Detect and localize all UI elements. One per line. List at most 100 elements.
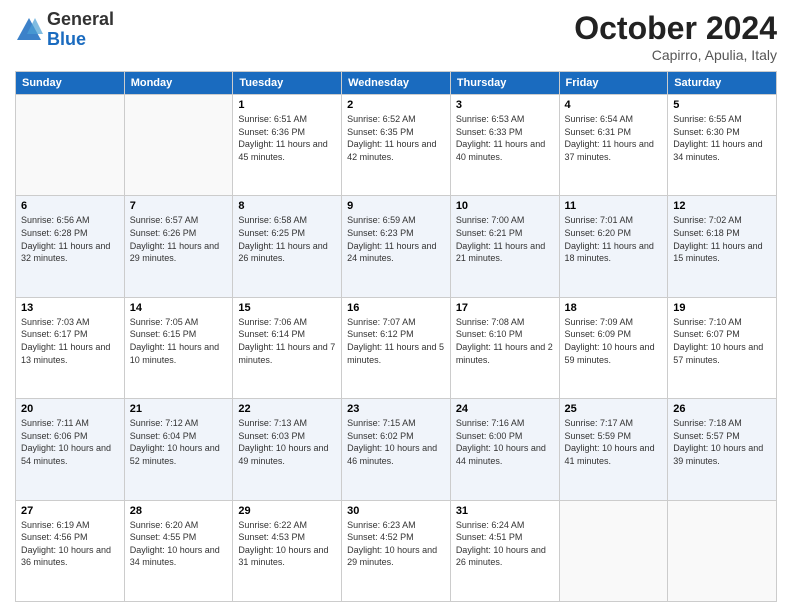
calendar-day-cell: 10 Sunrise: 7:00 AMSunset: 6:21 PMDayligh…: [450, 196, 559, 297]
day-number: 19: [673, 302, 771, 314]
day-info: Sunrise: 7:17 AMSunset: 5:59 PMDaylight:…: [565, 417, 663, 467]
day-info: Sunrise: 7:06 AMSunset: 6:14 PMDaylight:…: [238, 316, 336, 366]
day-number: 18: [565, 302, 663, 314]
weekday-header-thursday: Thursday: [450, 72, 559, 95]
day-info: Sunrise: 7:07 AMSunset: 6:12 PMDaylight:…: [347, 316, 445, 366]
calendar-day-cell: 8Sunrise: 6:58 AMSunset: 6:25 PMDaylight…: [233, 196, 342, 297]
day-info: Sunrise: 7:15 AMSunset: 6:02 PMDaylight:…: [347, 417, 445, 467]
weekday-header-tuesday: Tuesday: [233, 72, 342, 95]
day-number: 29: [238, 505, 336, 517]
calendar-day-cell: 17 Sunrise: 7:08 AMSunset: 6:10 PMDayligh…: [450, 297, 559, 398]
day-number: 10: [456, 200, 554, 212]
weekday-header-row: SundayMondayTuesdayWednesdayThursdayFrid…: [16, 72, 777, 95]
day-info: Sunrise: 7:00 AMSunset: 6:21 PMDaylight:…: [456, 214, 554, 264]
calendar-day-cell: 2 Sunrise: 6:52 AMSunset: 6:35 PMDaylight…: [342, 95, 451, 196]
day-info: Sunrise: 7:12 AMSunset: 6:04 PMDaylight:…: [130, 417, 228, 467]
day-number: 22: [238, 403, 336, 415]
day-info: Sunrise: 6:19 AMSunset: 4:56 PMDaylight:…: [21, 519, 119, 569]
weekday-header-sunday: Sunday: [16, 72, 125, 95]
calendar-day-cell: 26 Sunrise: 7:18 AMSunset: 5:57 PMDayligh…: [668, 399, 777, 500]
calendar-day-cell: 15 Sunrise: 7:06 AMSunset: 6:14 PMDayligh…: [233, 297, 342, 398]
calendar-day-cell: 12Sunrise: 7:02 AMSunset: 6:18 PMDayligh…: [668, 196, 777, 297]
day-info: Sunrise: 6:52 AMSunset: 6:35 PMDaylight:…: [347, 113, 445, 163]
day-info: Sunrise: 7:13 AMSunset: 6:03 PMDaylight:…: [238, 417, 336, 467]
calendar-day-cell: 22 Sunrise: 7:13 AMSunset: 6:03 PMDayligh…: [233, 399, 342, 500]
logo-general-label: General: [47, 10, 114, 30]
calendar-week-row: 13 Sunrise: 7:03 AMSunset: 6:17 PMDayligh…: [16, 297, 777, 398]
day-info: Sunrise: 6:59 AMSunset: 6:23 PMDaylight:…: [347, 214, 445, 264]
calendar-day-cell: 14 Sunrise: 7:05 AMSunset: 6:15 PMDayligh…: [124, 297, 233, 398]
day-info: Sunrise: 7:08 AMSunset: 6:10 PMDaylight:…: [456, 316, 554, 366]
day-info: Sunrise: 6:22 AMSunset: 4:53 PMDaylight:…: [238, 519, 336, 569]
day-number: 27: [21, 505, 119, 517]
day-number: 6: [21, 200, 119, 212]
day-number: 13: [21, 302, 119, 314]
logo-icon: [15, 16, 43, 44]
calendar-day-cell: 19 Sunrise: 7:10 AMSunset: 6:07 PMDayligh…: [668, 297, 777, 398]
weekday-header-monday: Monday: [124, 72, 233, 95]
calendar-day-cell: 23Sunrise: 7:15 AMSunset: 6:02 PMDayligh…: [342, 399, 451, 500]
day-number: 28: [130, 505, 228, 517]
calendar-day-cell: 24Sunrise: 7:16 AMSunset: 6:00 PMDayligh…: [450, 399, 559, 500]
calendar-day-cell: 30Sunrise: 6:23 AMSunset: 4:52 PMDayligh…: [342, 500, 451, 601]
page: General Blue October 2024 Capirro, Apuli…: [0, 0, 792, 612]
day-info: Sunrise: 7:18 AMSunset: 5:57 PMDaylight:…: [673, 417, 771, 467]
title-area: October 2024 Capirro, Apulia, Italy: [574, 10, 777, 63]
location: Capirro, Apulia, Italy: [574, 47, 777, 63]
calendar-day-cell: 5 Sunrise: 6:55 AMSunset: 6:30 PMDaylight…: [668, 95, 777, 196]
day-info: Sunrise: 7:11 AMSunset: 6:06 PMDaylight:…: [21, 417, 119, 467]
calendar-day-cell: 27 Sunrise: 6:19 AMSunset: 4:56 PMDayligh…: [16, 500, 125, 601]
day-info: Sunrise: 6:56 AMSunset: 6:28 PMDaylight:…: [21, 214, 119, 264]
weekday-header-wednesday: Wednesday: [342, 72, 451, 95]
weekday-header-saturday: Saturday: [668, 72, 777, 95]
logo-text: General Blue: [47, 10, 114, 50]
day-number: 12: [673, 200, 771, 212]
day-info: Sunrise: 6:53 AMSunset: 6:33 PMDaylight:…: [456, 113, 554, 163]
calendar-day-cell: 11 Sunrise: 7:01 AMSunset: 6:20 PMDayligh…: [559, 196, 668, 297]
calendar-day-cell: 16 Sunrise: 7:07 AMSunset: 6:12 PMDayligh…: [342, 297, 451, 398]
day-number: 17: [456, 302, 554, 314]
day-info: Sunrise: 6:51 AMSunset: 6:36 PMDaylight:…: [238, 113, 336, 163]
day-info: Sunrise: 7:10 AMSunset: 6:07 PMDaylight:…: [673, 316, 771, 366]
calendar-week-row: 27 Sunrise: 6:19 AMSunset: 4:56 PMDayligh…: [16, 500, 777, 601]
day-number: 15: [238, 302, 336, 314]
logo-blue-label: Blue: [47, 30, 114, 50]
day-number: 21: [130, 403, 228, 415]
day-number: 14: [130, 302, 228, 314]
calendar-day-cell: 3 Sunrise: 6:53 AMSunset: 6:33 PMDaylight…: [450, 95, 559, 196]
day-number: 1: [238, 99, 336, 111]
day-number: 3: [456, 99, 554, 111]
day-number: 16: [347, 302, 445, 314]
weekday-header-friday: Friday: [559, 72, 668, 95]
day-number: 2: [347, 99, 445, 111]
calendar-day-cell: 9Sunrise: 6:59 AMSunset: 6:23 PMDaylight…: [342, 196, 451, 297]
day-info: Sunrise: 6:55 AMSunset: 6:30 PMDaylight:…: [673, 113, 771, 163]
calendar-day-cell: 7Sunrise: 6:57 AMSunset: 6:26 PMDaylight…: [124, 196, 233, 297]
day-number: 4: [565, 99, 663, 111]
day-number: 25: [565, 403, 663, 415]
day-info: Sunrise: 7:05 AMSunset: 6:15 PMDaylight:…: [130, 316, 228, 366]
day-info: Sunrise: 6:23 AMSunset: 4:52 PMDaylight:…: [347, 519, 445, 569]
calendar-day-cell: 20Sunrise: 7:11 AMSunset: 6:06 PMDayligh…: [16, 399, 125, 500]
calendar-day-cell: 18 Sunrise: 7:09 AMSunset: 6:09 PMDayligh…: [559, 297, 668, 398]
day-number: 8: [238, 200, 336, 212]
day-info: Sunrise: 7:01 AMSunset: 6:20 PMDaylight:…: [565, 214, 663, 264]
calendar-day-cell: 13 Sunrise: 7:03 AMSunset: 6:17 PMDayligh…: [16, 297, 125, 398]
day-info: Sunrise: 6:57 AMSunset: 6:26 PMDaylight:…: [130, 214, 228, 264]
calendar-day-cell: 29 Sunrise: 6:22 AMSunset: 4:53 PMDayligh…: [233, 500, 342, 601]
day-number: 5: [673, 99, 771, 111]
day-info: Sunrise: 6:24 AMSunset: 4:51 PMDaylight:…: [456, 519, 554, 569]
logo: General Blue: [15, 10, 114, 50]
day-info: Sunrise: 7:03 AMSunset: 6:17 PMDaylight:…: [21, 316, 119, 366]
calendar-day-cell: 25 Sunrise: 7:17 AMSunset: 5:59 PMDayligh…: [559, 399, 668, 500]
calendar-week-row: 6 Sunrise: 6:56 AMSunset: 6:28 PMDaylight…: [16, 196, 777, 297]
calendar-day-cell: 6 Sunrise: 6:56 AMSunset: 6:28 PMDaylight…: [16, 196, 125, 297]
day-info: Sunrise: 7:09 AMSunset: 6:09 PMDaylight:…: [565, 316, 663, 366]
day-number: 11: [565, 200, 663, 212]
calendar-day-cell: 4Sunrise: 6:54 AMSunset: 6:31 PMDaylight…: [559, 95, 668, 196]
header: General Blue October 2024 Capirro, Apuli…: [15, 10, 777, 63]
calendar-week-row: 20Sunrise: 7:11 AMSunset: 6:06 PMDayligh…: [16, 399, 777, 500]
day-info: Sunrise: 6:20 AMSunset: 4:55 PMDaylight:…: [130, 519, 228, 569]
day-number: 26: [673, 403, 771, 415]
month-title: October 2024: [574, 10, 777, 47]
